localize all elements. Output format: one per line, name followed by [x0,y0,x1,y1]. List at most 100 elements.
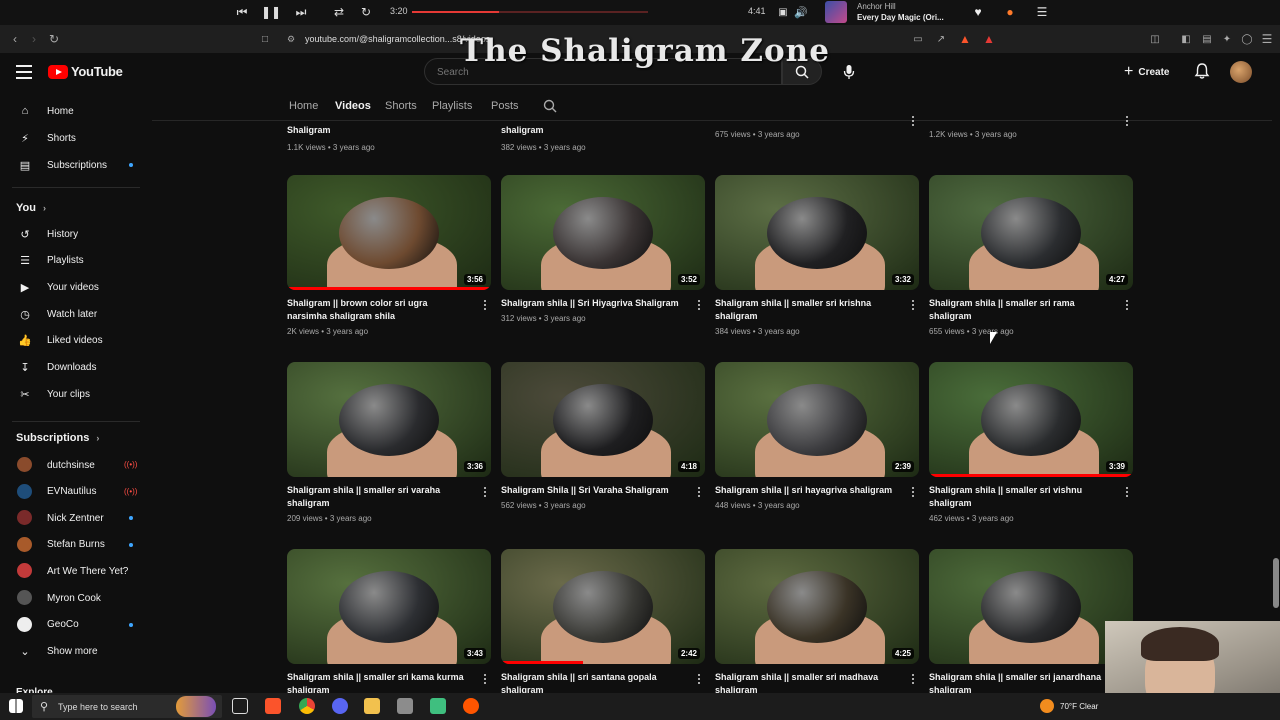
video-thumbnail[interactable]: 3:39 [929,362,1133,477]
video-thumbnail[interactable]: 3:52 [501,175,705,290]
video-title[interactable]: Shaligram Shila || Sri Varaha Shaligram [501,484,683,497]
queue-icon[interactable]: ☰ [1033,4,1051,20]
show-more-button[interactable]: ⌄ Show more [0,639,152,663]
app-icon[interactable] [397,698,413,714]
sidebar-item-watch-later[interactable]: ◷ Watch later [0,302,152,326]
tab-videos[interactable]: Videos [335,100,371,112]
browser-menu-icon[interactable]: ☰ [1260,32,1274,46]
captions-icon[interactable]: ▣ [774,4,792,20]
video-title[interactable]: Shaligram shila || smaller sri rama shal… [929,297,1111,323]
tab-playlists[interactable]: Playlists [432,100,472,112]
tab-shorts[interactable]: Shorts [385,100,417,112]
subscription-item[interactable]: GeoCo [0,613,152,637]
sidebar-item-liked[interactable]: 👍 Liked videos [0,329,152,353]
sidebar-you-heading[interactable]: You › [16,202,46,214]
subscription-item[interactable]: Nick Zentner [0,506,152,530]
create-button[interactable]: + Create [1124,61,1169,83]
notifications-bell-icon[interactable] [1193,62,1211,80]
subscription-item[interactable]: dutchsinse ((•)) [0,453,152,477]
media-progress-bar[interactable] [412,11,648,13]
chrome-icon[interactable] [299,698,315,714]
subscription-item[interactable]: Myron Cook [0,586,152,610]
bookmark-icon[interactable]: □ [258,32,272,46]
heart-icon[interactable]: ♥ [969,4,987,20]
taskbar-search[interactable]: ⚲ Type here to search [32,695,222,718]
more-options-icon[interactable] [911,674,915,686]
sidebar-item-clips[interactable]: ✂ Your clips [0,382,152,406]
video-thumbnail[interactable]: 3:43 [287,549,491,664]
video-thumbnail[interactable] [929,549,1133,664]
more-options-icon[interactable] [697,674,701,686]
more-options-icon[interactable] [1125,487,1129,499]
more-options-icon[interactable] [483,674,487,686]
discord-icon[interactable] [332,698,348,714]
video-title[interactable]: Shaligram || brown color sri ugra narsim… [287,297,469,323]
windows-start-icon[interactable] [9,699,23,713]
previous-track-icon[interactable]: ⏮ [233,4,251,20]
extension-icon[interactable]: ✦ [1220,32,1234,46]
video-thumbnail[interactable]: 3:56 [287,175,491,290]
sidebar-toggle-icon[interactable]: ◫ [1148,32,1162,46]
sidebar-item-playlists[interactable]: ☰ Playlists [0,249,152,273]
video-thumbnail[interactable]: 3:32 [715,175,919,290]
hamburger-menu-icon[interactable] [16,65,32,79]
rewards-icon[interactable]: ▲ [982,32,996,46]
share-icon[interactable]: ↗ [934,32,948,46]
video-thumbnail[interactable]: 4:25 [715,549,919,664]
sidebar-item-subscriptions[interactable]: ▤ Subscriptions [0,153,152,177]
next-track-icon[interactable]: ⏭ [292,4,310,20]
more-options-icon[interactable] [697,487,701,499]
video-title[interactable]: Shaligram shila || smaller sri varaha sh… [287,484,469,510]
tab-posts[interactable]: Posts [491,100,519,112]
sidebar-subscriptions-heading[interactable]: Subscriptions › [16,432,99,444]
video-thumbnail[interactable]: 2:39 [715,362,919,477]
subscription-item[interactable]: Art We There Yet? [0,559,152,583]
site-info-icon[interactable]: ⚙ [284,32,298,46]
more-options-icon[interactable] [483,487,487,499]
volume-icon[interactable]: 🔊 [792,4,810,20]
weather-icon[interactable] [1040,699,1054,713]
scroll-thumb[interactable] [1273,558,1279,608]
sidebar-item-history[interactable]: ↺ History [0,222,152,246]
forward-icon[interactable]: › [27,32,41,46]
sidebar-item-your-videos[interactable]: ▶ Your videos [0,275,152,299]
video-thumbnail[interactable]: 4:27 [929,175,1133,290]
more-options-icon[interactable] [1125,116,1129,128]
more-options-icon[interactable] [911,116,915,128]
brave-shield-icon[interactable]: ▲ [958,32,972,46]
reload-icon[interactable]: ↻ [47,32,61,46]
more-options-icon[interactable] [483,300,487,312]
video-title[interactable]: Shaligram shila || sri hayagriva shaligr… [715,484,897,497]
video-thumbnail[interactable]: 3:36 [287,362,491,477]
more-options-icon[interactable] [697,300,701,312]
youtube-logo[interactable]: YouTube [48,64,123,79]
more-options-icon[interactable] [911,487,915,499]
panel-icon[interactable]: ◧ [1179,32,1193,46]
subscription-item[interactable]: Stefan Burns [0,533,152,557]
pause-icon[interactable]: ❚❚ [261,4,281,20]
subscription-item[interactable]: EVNautilus ((•)) [0,480,152,504]
page-scrollbar[interactable] [1272,93,1280,693]
video-title[interactable]: Shaligram shila || smaller sri krishna s… [715,297,897,323]
sidebar-item-download[interactable]: ↧ Downloads [0,356,152,380]
user-icon[interactable]: ● [1001,4,1019,20]
back-icon[interactable]: ‹ [8,32,22,46]
video-title[interactable]: Shaligram [287,124,469,137]
account-avatar[interactable] [1230,61,1252,83]
video-title[interactable]: Shaligram shila || smaller sri vishnu sh… [929,484,1111,510]
sidebar-item-shorts[interactable]: ⚡ Shorts [0,126,152,150]
shuffle-icon[interactable]: ⇄ [330,4,348,20]
vpn-icon[interactable]: ◯ [1240,32,1254,46]
task-view-icon[interactable] [232,698,248,714]
wallet-icon[interactable]: ▤ [1200,32,1214,46]
file-explorer-icon[interactable] [364,698,380,714]
video-thumbnail[interactable]: 4:18 [501,362,705,477]
more-options-icon[interactable] [911,300,915,312]
brave-browser-icon[interactable] [265,698,281,714]
voice-search-button[interactable] [836,59,862,85]
more-options-icon[interactable] [1125,300,1129,312]
repeat-icon[interactable]: ↻ [357,4,375,20]
soundcloud-icon[interactable] [463,698,479,714]
video-title[interactable]: Shaligram shila || Sri Hiyagriva Shaligr… [501,297,683,310]
chat-app-icon[interactable] [430,698,446,714]
